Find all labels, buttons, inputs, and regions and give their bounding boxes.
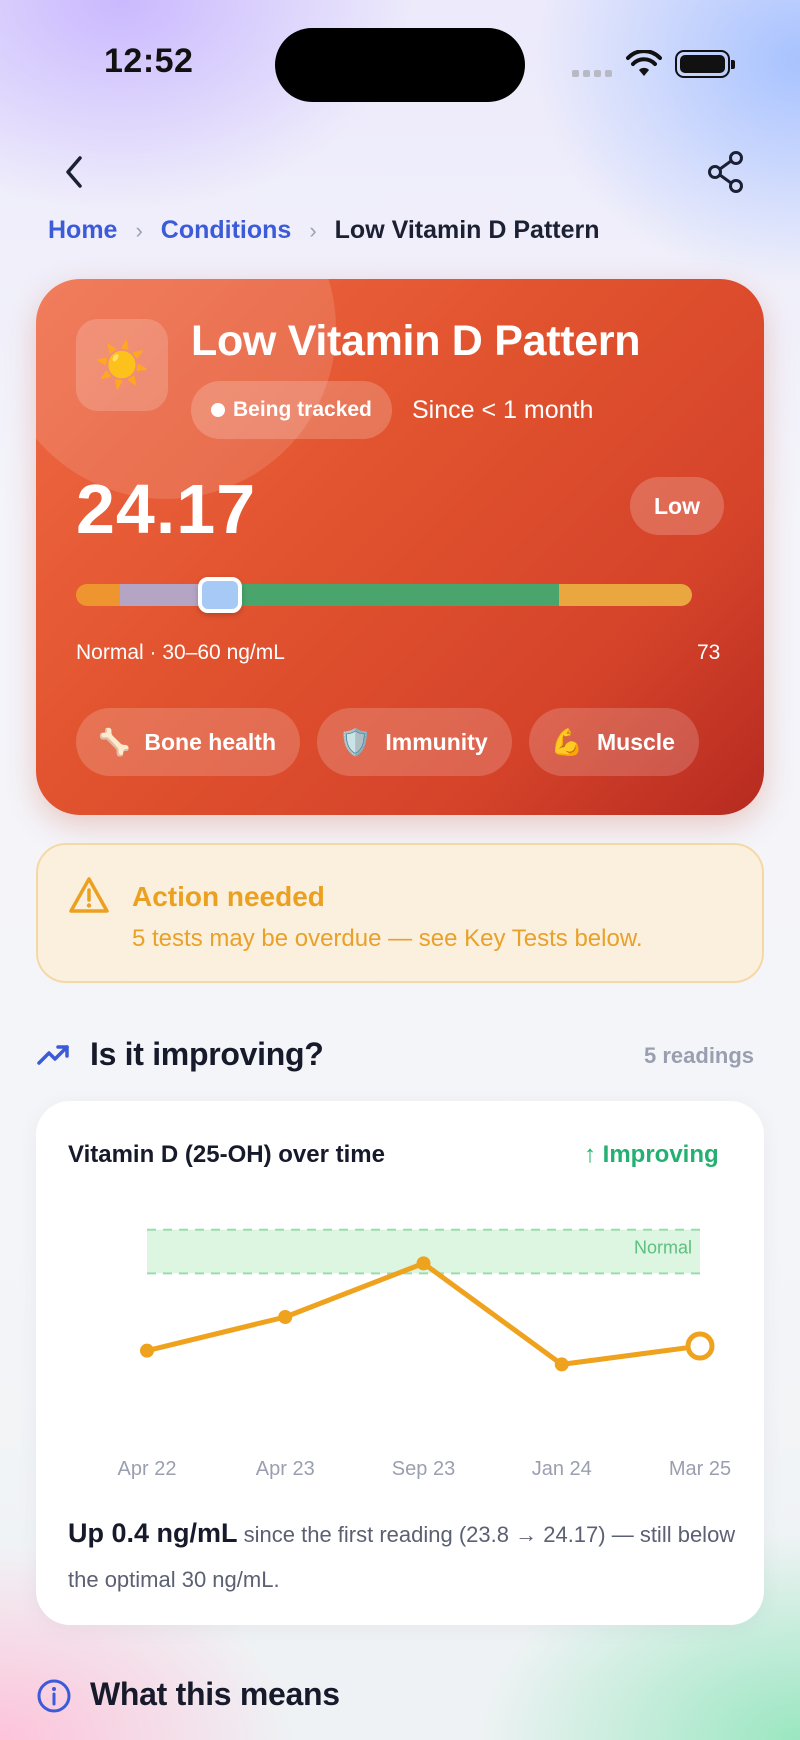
x-tick-label: Apr 23: [256, 1458, 315, 1480]
chart-summary: Up 0.4 ng/mL since the first reading (23…: [68, 1511, 738, 1602]
battery-icon: [675, 50, 735, 78]
status-time: 12:52: [104, 42, 194, 80]
shield-icon: 🛡️: [339, 726, 372, 757]
share-button[interactable]: [706, 150, 746, 194]
back-button[interactable]: [56, 150, 92, 194]
bone-icon: 🦴: [98, 726, 131, 757]
condition-title: Low Vitamin D Pattern: [191, 317, 641, 365]
chevron-right-icon: ›: [309, 217, 317, 243]
action-needed-alert[interactable]: Action needed 5 tests may be overdue — s…: [36, 843, 764, 983]
alert-message: 5 tests may be overdue — see Key Tests b…: [132, 925, 643, 952]
cellular-signal-icon: [572, 70, 612, 77]
tag-immunity[interactable]: 🛡️ Immunity: [317, 708, 512, 776]
section-title-what-this-means: What this means: [90, 1676, 340, 1712]
reference-range-bar: [76, 584, 692, 606]
latest-value: 24.17: [76, 470, 257, 548]
tag-label: Bone health: [144, 728, 276, 755]
tracking-status-label: Being tracked: [233, 398, 372, 421]
alert-title: Action needed: [132, 881, 325, 912]
range-segment-low: [120, 584, 202, 606]
tracking-status-badge: Being tracked: [191, 381, 392, 439]
summary-change: Up 0.4 ng/mL: [68, 1518, 238, 1548]
range-max-label: 73: [697, 641, 721, 664]
data-point: [278, 1310, 293, 1324]
flexed-biceps-icon: 💪: [550, 726, 583, 757]
condition-hero-card: ☀️ Low Vitamin D Pattern Being tracked S…: [36, 279, 764, 815]
impact-tags: 🦴 Bone health 🛡️ Immunity 💪 Muscle: [76, 708, 699, 776]
breadcrumb-current: Low Vitamin D Pattern: [334, 216, 600, 244]
normal-range-label: Normal · 30–60 ng/mL: [76, 641, 285, 664]
trending-up-icon: [37, 1045, 69, 1065]
since-duration: Since < 1 month: [412, 396, 594, 424]
breadcrumb-home[interactable]: Home: [48, 216, 117, 245]
wifi-icon: [626, 50, 662, 76]
section-title-improving: Is it improving?: [90, 1036, 324, 1072]
series-line: [144, 1260, 703, 1367]
latest-data-point: [685, 1331, 715, 1361]
sun-icon: ☀️: [76, 319, 168, 411]
x-tick-label: Mar 25: [669, 1458, 731, 1480]
level-badge: Low: [630, 477, 724, 535]
range-segment-very-low: [76, 584, 120, 606]
trend-chart-card: Vitamin D (25-OH) over time ↑ Improving …: [36, 1101, 764, 1625]
breadcrumb-conditions[interactable]: Conditions: [161, 216, 292, 245]
chevron-right-icon: ›: [135, 217, 143, 243]
band-label: Normal: [634, 1238, 692, 1258]
x-tick-label: Sep 23: [392, 1458, 455, 1480]
data-point: [140, 1343, 154, 1358]
status-dot-icon: [211, 403, 225, 417]
warning-triangle-icon: [69, 877, 109, 913]
value-marker: [198, 577, 242, 613]
tag-bone-health[interactable]: 🦴 Bone health: [76, 708, 300, 776]
x-tick-label: Apr 22: [118, 1458, 177, 1480]
data-point: [416, 1256, 431, 1271]
vitamin-d-line-chart: Normal Apr 22 Apr 23 Sep 23 Jan 24 Mar 25: [118, 1228, 731, 1480]
readings-count: 5 readings: [644, 1043, 755, 1068]
data-point: [554, 1357, 569, 1372]
tag-label: Immunity: [385, 728, 488, 755]
breadcrumb: Home › Conditions › Low Vitamin D Patter…: [48, 216, 600, 245]
tag-muscle[interactable]: 💪 Muscle: [528, 708, 699, 776]
x-tick-label: Jan 24: [532, 1458, 592, 1480]
tag-label: Muscle: [596, 728, 675, 755]
info-circle-icon: [37, 1679, 71, 1713]
range-segment-high: [559, 584, 692, 606]
range-segment-normal: [202, 584, 559, 606]
dynamic-island: [275, 28, 525, 102]
